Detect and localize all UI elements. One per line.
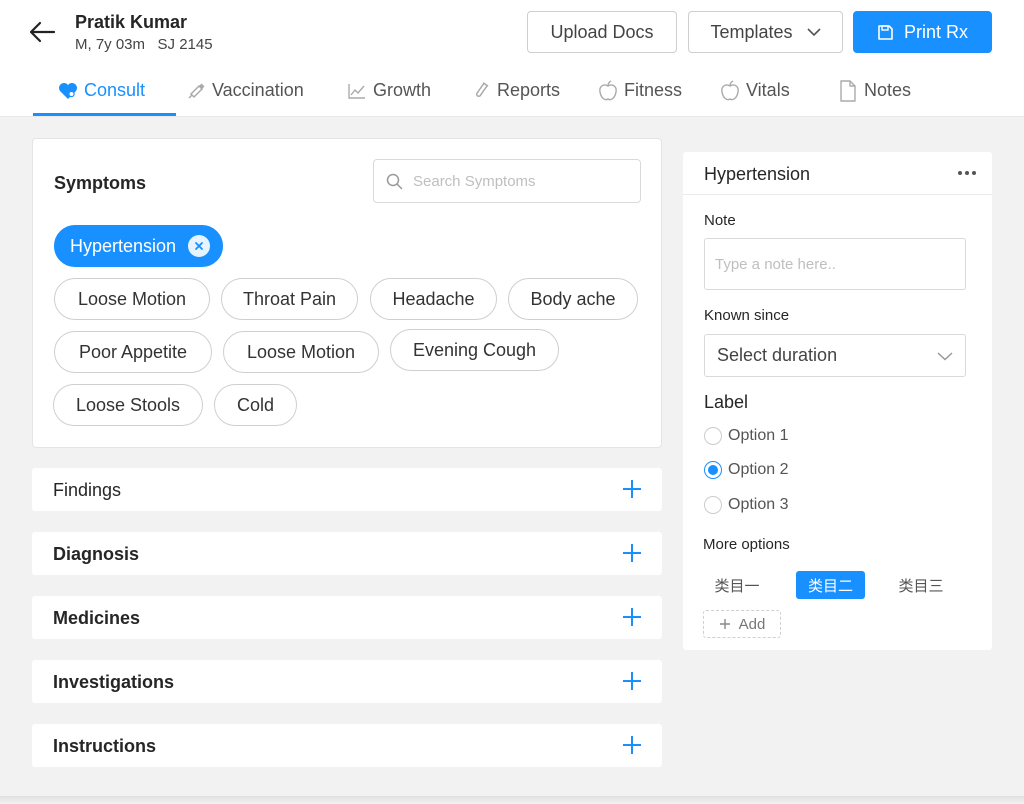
- option-tag[interactable]: 类目三: [889, 571, 953, 599]
- label-heading: Label: [704, 392, 749, 412]
- section-label: Investigations: [53, 672, 175, 692]
- diagnosis-section[interactable]: Diagnosis: [32, 532, 662, 575]
- symptom-detail-panel: Hypertension Note Known since Select dur…: [683, 152, 992, 650]
- duration-select[interactable]: Select duration: [704, 334, 966, 377]
- chevron-down-icon: [806, 28, 821, 37]
- tab-label: Growth: [373, 80, 432, 100]
- tab-label: Vaccination: [212, 80, 304, 100]
- radio-label: Option 3: [728, 496, 789, 513]
- option-tag[interactable]: 类目一: [705, 571, 769, 599]
- note-input[interactable]: [704, 238, 966, 290]
- more-options-icon[interactable]: [956, 164, 978, 182]
- section-label: Diagnosis: [53, 544, 140, 564]
- upload-docs-button[interactable]: Upload Docs: [527, 11, 677, 53]
- test-tube-icon: [475, 81, 489, 97]
- duration-placeholder: Select duration: [717, 345, 838, 365]
- section-label: Findings: [53, 480, 122, 500]
- tab-consult[interactable]: Consult: [58, 64, 145, 117]
- option-tag-active[interactable]: 类目二: [796, 571, 865, 599]
- panel-title: Hypertension: [704, 164, 811, 184]
- line-chart-icon: [348, 83, 365, 99]
- search-icon: [386, 173, 403, 189]
- tab-label: Reports: [497, 80, 561, 100]
- more-options-heading: More options: [703, 536, 790, 553]
- document-icon: [840, 79, 856, 102]
- radio-option-1[interactable]: Option 1: [704, 426, 788, 446]
- tab-label: Fitness: [624, 80, 683, 100]
- symptom-chip[interactable]: Headache: [370, 278, 497, 320]
- symptom-search-input[interactable]: [413, 172, 623, 190]
- radio-option-3[interactable]: Option 3: [704, 495, 788, 515]
- chevron-down-icon: [937, 351, 953, 361]
- tab-growth[interactable]: Growth: [347, 64, 431, 117]
- chip-label: Hypertension: [70, 235, 177, 256]
- tab-reports[interactable]: Reports: [471, 64, 560, 117]
- plus-icon[interactable]: [622, 671, 642, 691]
- tab-label: Consult: [84, 80, 146, 100]
- plus-icon[interactable]: [622, 735, 642, 755]
- symptom-chip[interactable]: Body ache: [508, 278, 638, 320]
- plus-icon[interactable]: [622, 543, 642, 563]
- radio-circle: [704, 427, 722, 445]
- syringe-icon: [188, 82, 205, 99]
- apple-icon: [599, 79, 617, 100]
- symptom-chip[interactable]: Throat Pain: [221, 278, 358, 320]
- tab-vaccination[interactable]: Vaccination: [186, 64, 304, 117]
- app-header: Pratik Kumar M, 7y 03m SJ 2145 Upload Do…: [0, 0, 1024, 64]
- close-icon: [195, 242, 203, 250]
- tab-notes[interactable]: Notes: [838, 64, 911, 117]
- radio-circle: [704, 496, 722, 514]
- save-icon: [878, 24, 893, 40]
- known-since-label: Known since: [704, 307, 790, 324]
- plus-icon[interactable]: [622, 479, 642, 499]
- symptoms-title: Symptoms: [54, 173, 147, 193]
- print-rx-label: Print Rx: [903, 21, 968, 42]
- radio-option-2[interactable]: Option 2: [704, 460, 788, 480]
- add-label: Add: [738, 615, 766, 633]
- symptom-chip[interactable]: Loose Stools: [53, 384, 203, 426]
- radio-label: Option 1: [728, 427, 789, 444]
- patient-name: Pratik Kumar: [75, 12, 188, 32]
- templates-label: Templates: [710, 21, 793, 42]
- apple-icon: [721, 79, 739, 100]
- note-label: Note: [704, 212, 736, 229]
- panel-header: Hypertension: [683, 152, 992, 195]
- investigations-section[interactable]: Investigations: [32, 660, 662, 703]
- tab-bar: Consult Vaccination Growth Reports Fitne…: [0, 64, 1024, 117]
- symptom-chip[interactable]: Cold: [214, 384, 297, 426]
- radio-circle-checked: [704, 461, 722, 479]
- remove-chip-button[interactable]: [188, 235, 211, 257]
- active-tab-indicator: [33, 113, 176, 116]
- findings-section[interactable]: Findings: [32, 468, 662, 511]
- medicines-section[interactable]: Medicines: [32, 596, 662, 639]
- tab-fitness[interactable]: Fitness: [598, 64, 682, 117]
- print-rx-button[interactable]: Print Rx: [853, 11, 992, 53]
- radio-label: Option 2: [728, 461, 789, 478]
- tab-label: Vitals: [746, 80, 790, 100]
- symptom-chip[interactable]: Loose Motion: [54, 278, 210, 320]
- section-label: Instructions: [53, 736, 157, 756]
- tab-label: Notes: [864, 80, 912, 100]
- selected-symptom-chip[interactable]: Hypertension: [54, 225, 224, 267]
- plus-icon: [719, 619, 730, 629]
- symptom-chip[interactable]: Poor Appetite: [54, 331, 212, 373]
- tab-vitals[interactable]: Vitals: [720, 64, 790, 117]
- symptom-chip[interactable]: Loose Motion: [223, 331, 379, 373]
- back-arrow-icon[interactable]: [28, 20, 56, 44]
- symptom-chip[interactable]: Evening Cough: [390, 329, 559, 371]
- patient-meta: M, 7y 03m SJ 2145: [75, 36, 213, 53]
- heart-icon: [59, 82, 77, 99]
- instructions-section[interactable]: Instructions: [32, 724, 662, 767]
- section-label: Medicines: [53, 608, 141, 628]
- add-tag-button[interactable]: Add: [703, 610, 781, 638]
- templates-dropdown[interactable]: Templates: [688, 11, 843, 53]
- plus-icon[interactable]: [622, 607, 642, 627]
- bottom-edge: [0, 796, 1024, 804]
- symptom-search-box[interactable]: [373, 159, 641, 203]
- symptoms-card: Symptoms Hypertension Loose Motion Throa…: [32, 138, 662, 448]
